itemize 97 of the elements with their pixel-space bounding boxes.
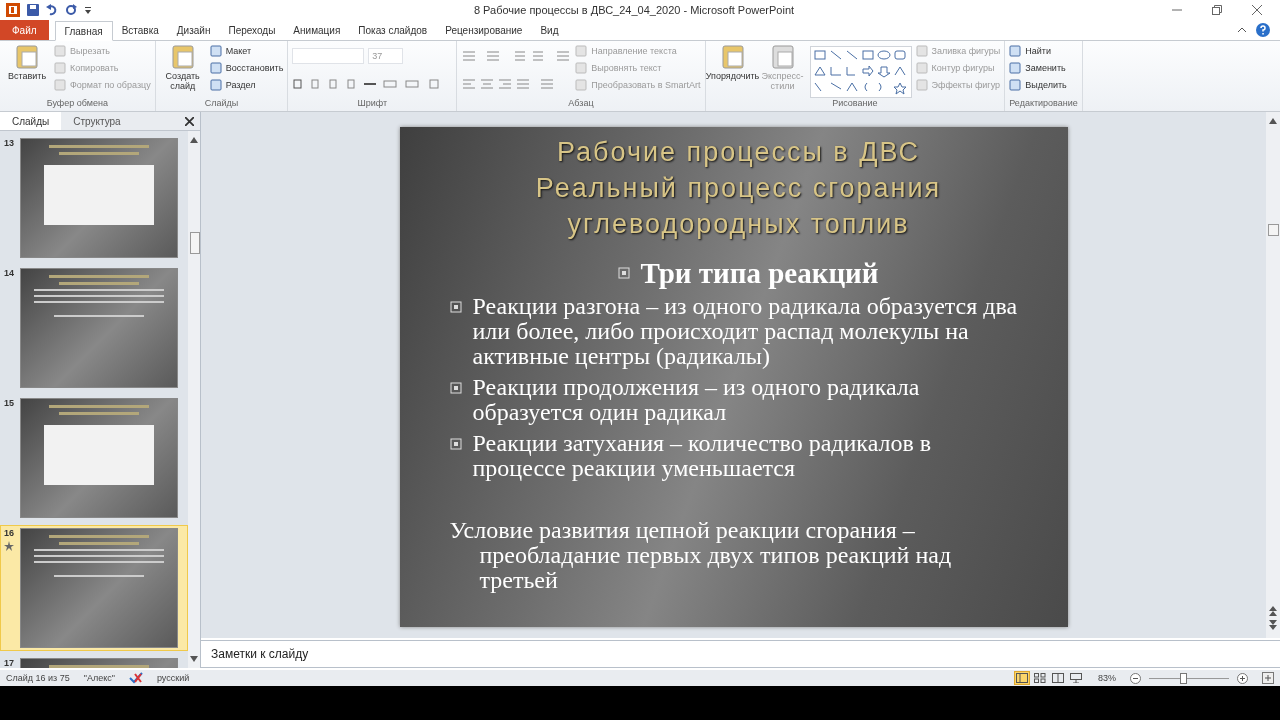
redo-icon[interactable] (65, 4, 77, 16)
ribbon-tab[interactable]: Дизайн (167, 20, 220, 40)
selected-slide-row[interactable]: 16 (0, 525, 188, 651)
group-label: Рисование (831, 98, 879, 110)
collapse-ribbon-icon[interactable] (1238, 27, 1246, 33)
font-name-field[interactable] (292, 48, 365, 64)
slideshow-view-button[interactable] (1068, 671, 1084, 685)
undo-icon[interactable] (46, 4, 58, 16)
slide-title-line: Рабочие процессы в ДВС (556, 136, 921, 169)
ribbon-tab[interactable]: Показ слайдов (349, 20, 437, 40)
window-title: 8 Рабочие процессы в ДВС_24_04_2020 - Microsoft PowerPoint (472, 4, 796, 16)
bullet-icon (618, 267, 631, 279)
fit-to-window-icon[interactable] (1262, 672, 1274, 684)
slide-number: 14 (4, 268, 15, 278)
slide-thumbnail[interactable] (20, 528, 178, 648)
zoom-in-icon[interactable] (1237, 672, 1248, 684)
square-icon (1009, 45, 1022, 57)
normal-view-button[interactable] (1014, 671, 1030, 685)
ribbon-command[interactable]: Раздел (209, 78, 284, 92)
slide-number: 17 (4, 658, 15, 668)
sorter-view-button[interactable] (1032, 671, 1048, 685)
ribbon-command[interactable]: Макет (209, 44, 284, 58)
language-label[interactable]: русский (156, 673, 190, 683)
bullet-text: Реакции продолжения – из одного радикала образуется один радикал (472, 375, 921, 425)
square-icon (575, 45, 588, 57)
bullet-text: Реакции разгона – из одного радикала образуется два или более, либо происходит распад молекулы на активные центры (радикалы) (472, 294, 1019, 369)
ribbon-large-button[interactable]: Вставить (4, 44, 50, 98)
square-icon (1009, 79, 1022, 91)
ribbon-tab[interactable]: Переходы (219, 20, 285, 40)
square-icon (915, 79, 928, 91)
previous-slide-icon[interactable] (1269, 606, 1277, 616)
ribbon-tab[interactable]: Главная (54, 21, 113, 41)
scroll-up-icon[interactable] (190, 137, 198, 143)
slide-thumbnail[interactable] (20, 138, 178, 258)
ribbon-tab[interactable]: Вставка (112, 20, 168, 40)
ribbon-tab[interactable]: Анимация (284, 20, 350, 40)
square-icon (209, 79, 222, 91)
slide-title-line: Реальный процесс сгорания (535, 172, 942, 205)
notes-field[interactable]: Заметки к слайду (201, 640, 1280, 668)
zoom-out-icon[interactable] (1130, 672, 1141, 684)
ribbon-command[interactable]: Выделить (1009, 78, 1067, 92)
slide-number: 16 (4, 528, 15, 538)
group-label: Редактирование (1009, 98, 1078, 110)
ribbon-command[interactable]: Найти (1009, 44, 1067, 58)
theme-name: "Алекс" (83, 673, 115, 683)
square-icon (209, 45, 222, 57)
shapes-gallery[interactable] (809, 46, 912, 98)
square-icon (915, 45, 928, 57)
group-label: Буфер обмена (45, 98, 109, 110)
bullet-icon (449, 438, 462, 450)
close-icon[interactable] (1252, 5, 1262, 15)
square-icon (575, 79, 588, 91)
scroll-down-icon[interactable] (190, 656, 198, 662)
square-icon (54, 45, 66, 57)
ribbon-command[interactable]: Восстановить (209, 61, 284, 75)
scrollbar-thumb[interactable] (190, 232, 200, 254)
spell-check-icon[interactable] (128, 672, 143, 684)
slide-number: 15 (4, 398, 15, 408)
bullet-icon (449, 382, 462, 394)
close-icon[interactable] (185, 116, 194, 126)
ribbon-command[interactable]: Заменить (1009, 61, 1067, 75)
slide-heading: Три типа реакций (640, 256, 879, 290)
slide-thumbnail[interactable] (20, 398, 178, 518)
slide-number: 13 (4, 138, 15, 148)
help-icon[interactable] (1256, 23, 1270, 37)
file-tab[interactable]: Файл (0, 20, 49, 40)
group-label: Абзац (567, 98, 595, 110)
reading-view-button[interactable] (1050, 671, 1066, 685)
save-icon[interactable] (27, 4, 39, 16)
slide-counter: Слайд 16 из 75 (6, 673, 70, 683)
slide-title-line: углеводородных топлив (567, 208, 910, 241)
page-icon (13, 44, 41, 70)
slide-paragraph: Условие развития цепной реакции сгорания – преобладание первых двух типов реакций над третьей (449, 518, 953, 593)
next-slide-icon[interactable] (1269, 620, 1277, 630)
zoom-slider-thumb[interactable] (1180, 672, 1188, 684)
square-icon (915, 62, 928, 74)
square-icon (54, 62, 66, 74)
square-icon (575, 62, 588, 74)
group-label: Слайды (203, 98, 240, 110)
square-icon (209, 62, 222, 74)
group-label: Шрифт (356, 98, 389, 110)
slide-thumbnail[interactable] (20, 268, 178, 388)
ribbon-tab[interactable]: Вид (531, 20, 568, 40)
restore-icon[interactable] (1212, 5, 1222, 15)
scrollbar-thumb[interactable] (1268, 224, 1279, 236)
bullet-text: Реакции затухания – количество радикалов в процессе реакции уменьшается (472, 431, 933, 481)
panel-tab[interactable]: Слайды (0, 112, 62, 130)
scroll-up-icon[interactable] (1269, 118, 1277, 124)
panel-tab[interactable]: Структура (61, 112, 133, 130)
square-icon (1009, 62, 1022, 74)
bullet-icon (449, 301, 462, 313)
ribbon-tab[interactable]: Рецензирование (436, 20, 532, 40)
app-logo-icon (6, 3, 20, 17)
zoom-level[interactable]: 83% (1098, 673, 1116, 683)
square-icon (54, 79, 66, 91)
customize-menu-icon[interactable] (84, 5, 92, 15)
ribbon-large-button[interactable]: Создать слайд (159, 44, 206, 98)
